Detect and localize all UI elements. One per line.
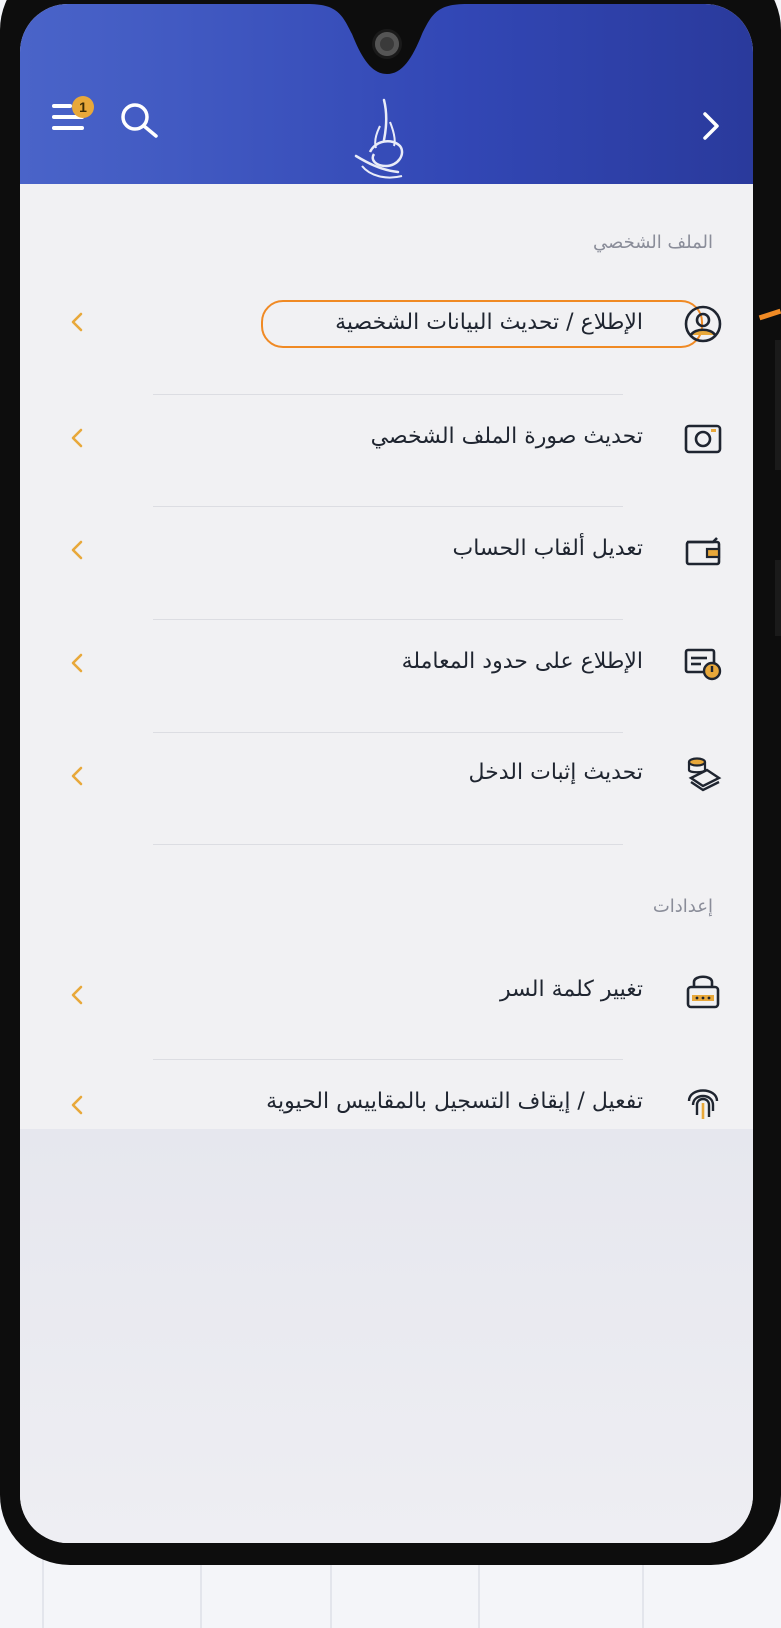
front-camera bbox=[374, 32, 399, 56]
list-item-label: تحديث صورة الملف الشخصي bbox=[370, 424, 643, 449]
chevron-left-icon bbox=[71, 540, 83, 560]
divider bbox=[153, 1059, 623, 1060]
chevron-left-icon bbox=[71, 653, 83, 673]
notification-badge: 1 bbox=[72, 96, 94, 118]
list-item-update-income-proof[interactable]: تحديث إثبات الدخل bbox=[20, 734, 753, 844]
chevron-left-icon bbox=[71, 985, 83, 1005]
section-title-settings: إعدادات bbox=[652, 896, 713, 917]
password-lock-icon bbox=[686, 975, 720, 1009]
search-icon bbox=[121, 103, 158, 138]
divider bbox=[153, 394, 623, 395]
list-item-label: الإطلاع / تحديث البيانات الشخصية bbox=[335, 310, 643, 335]
chevron-right-icon bbox=[703, 112, 719, 140]
divider bbox=[153, 619, 623, 620]
list-item-label: تعديل ألقاب الحساب bbox=[452, 536, 643, 561]
list-item-label: تغيير كلمة السر bbox=[500, 977, 643, 1002]
wallet-icon bbox=[685, 537, 721, 566]
list-item-label: تفعيل / إيقاف التسجيل بالمقاييس الحيوية bbox=[266, 1089, 643, 1114]
user-profile-icon bbox=[684, 305, 722, 343]
side-marker bbox=[775, 560, 781, 636]
camera-icon bbox=[684, 424, 722, 454]
list-item-edit-account-nicknames[interactable]: تعديل ألقاب الحساب bbox=[20, 508, 753, 618]
list-item-view-transaction-limits[interactable]: الإطلاع على حدود المعاملة bbox=[20, 621, 753, 731]
list-item-label: تحديث إثبات الدخل bbox=[468, 760, 644, 785]
divider bbox=[153, 506, 623, 507]
list-item-change-password[interactable]: تغيير كلمة السر bbox=[20, 949, 753, 1059]
divider bbox=[153, 844, 623, 845]
chevron-left-icon bbox=[71, 428, 83, 448]
list-item-update-profile-photo[interactable]: تحديث صورة الملف الشخصي bbox=[20, 396, 753, 506]
money-stack-icon bbox=[687, 757, 722, 792]
fingerprint-icon bbox=[687, 1089, 719, 1119]
list-item-update-personal-data[interactable]: الإطلاع / تحديث البيانات الشخصية bbox=[20, 284, 753, 394]
app-header: 1 bbox=[20, 4, 753, 184]
menu-button[interactable]: 1 bbox=[52, 96, 94, 140]
list-item-label: الإطلاع على حدود المعاملة bbox=[401, 649, 643, 674]
phone-screen: 1 الملف الشخصي الإطلاع / تحديث البيانات … bbox=[20, 4, 753, 1543]
calligraphy-logo-icon bbox=[340, 96, 420, 192]
phone-frame: 1 الملف الشخصي الإطلاع / تحديث البيانات … bbox=[0, 0, 781, 1565]
empty-area bbox=[20, 1129, 753, 1543]
divider bbox=[153, 732, 623, 733]
search-button[interactable] bbox=[118, 100, 162, 144]
back-button[interactable] bbox=[695, 108, 727, 144]
settings-list: الملف الشخصي الإطلاع / تحديث البيانات ال… bbox=[20, 184, 753, 1129]
side-marker bbox=[775, 340, 781, 470]
section-title-profile: الملف الشخصي bbox=[593, 232, 713, 253]
chevron-left-icon bbox=[71, 1095, 83, 1115]
card-limit-icon bbox=[684, 648, 722, 681]
chevron-left-icon bbox=[71, 766, 83, 786]
chevron-left-icon bbox=[71, 312, 83, 332]
